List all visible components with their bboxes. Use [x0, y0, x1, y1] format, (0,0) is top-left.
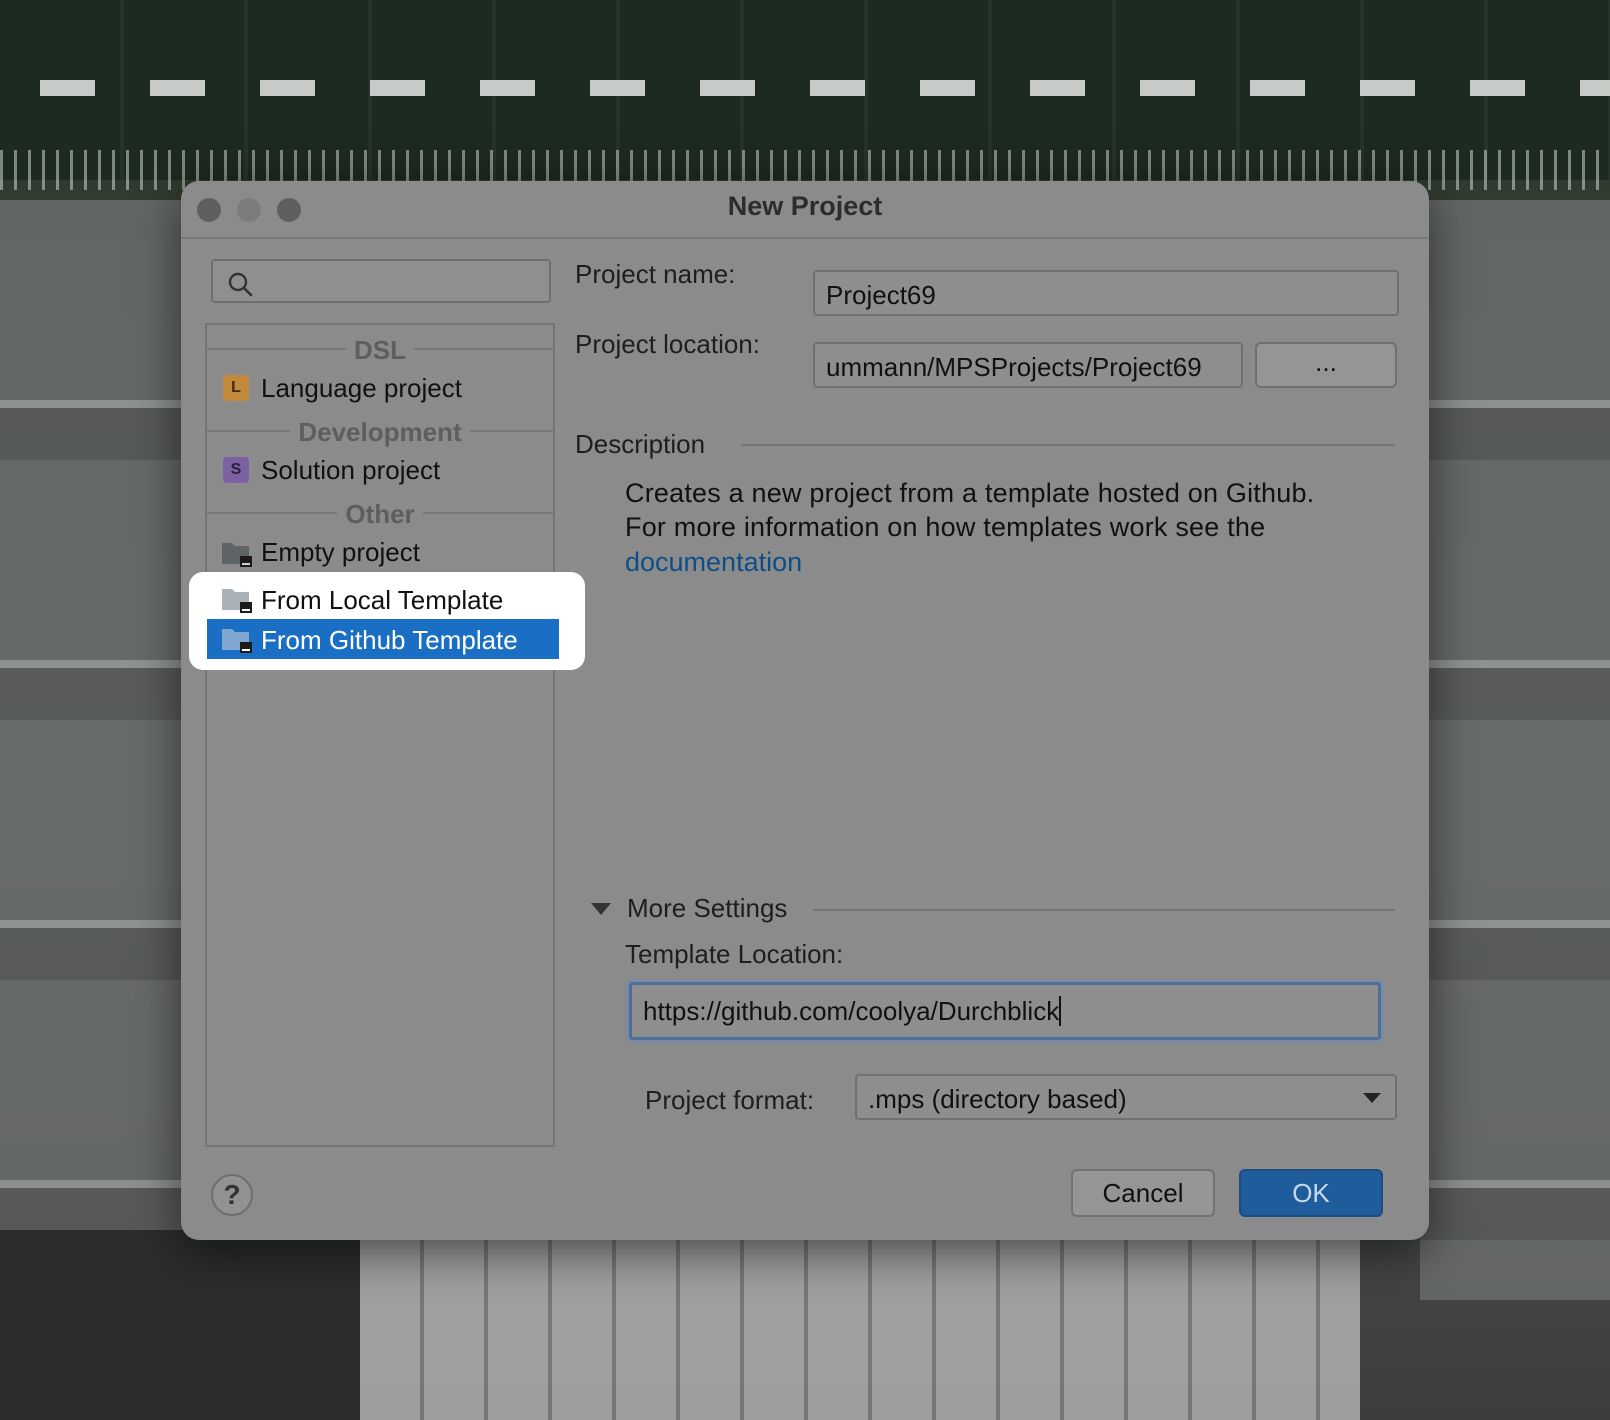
group-label: Development	[290, 417, 470, 447]
more-settings-separator	[813, 909, 1395, 911]
solution-badge-icon: S	[223, 457, 249, 483]
language-badge-icon: L	[223, 375, 249, 401]
list-item-empty-project[interactable]: Empty project	[207, 533, 553, 571]
list-item-label: From Github Template	[261, 625, 518, 655]
list-item-from-github-template[interactable]: From Github Template	[207, 619, 559, 659]
search-icon	[228, 272, 253, 297]
template-location-input[interactable]: https://github.com/coolya/Durchblick	[629, 982, 1381, 1040]
title-bar: New Project	[181, 181, 1429, 239]
template-location-label: Template Location:	[625, 939, 844, 969]
documentation-link[interactable]: documentation	[625, 547, 802, 578]
cancel-button[interactable]: Cancel	[1071, 1169, 1215, 1217]
project-location-field[interactable]: ummann/MPSProjects/Project69	[813, 342, 1243, 388]
background-lights	[0, 80, 1610, 96]
project-name-field[interactable]: Project69	[813, 270, 1399, 316]
chevron-down-icon[interactable]	[591, 903, 611, 915]
group-header-development: Development	[207, 417, 553, 447]
folder-icon	[222, 543, 252, 567]
list-item-label: Language project	[261, 373, 462, 403]
background-bottom-shelves	[360, 1230, 1360, 1420]
folder-icon	[222, 629, 252, 653]
window-title: New Project	[727, 191, 883, 221]
help-button[interactable]: ?	[211, 1174, 253, 1216]
list-item-from-local-template[interactable]: From Local Template	[207, 579, 559, 619]
group-header-dsl: DSL	[207, 335, 553, 365]
project-type-search-input[interactable]	[211, 259, 551, 303]
background-right-shelves	[1420, 200, 1610, 1300]
more-settings-toggle[interactable]: More Settings	[627, 893, 787, 924]
list-item-label: Empty project	[261, 537, 420, 567]
group-label: DSL	[346, 335, 414, 365]
description-line: Creates a new project from a template ho…	[625, 478, 1315, 508]
description-separator	[741, 444, 1395, 446]
list-item-language-project[interactable]: L Language project	[207, 369, 553, 407]
project-format-label: Project format:	[645, 1085, 815, 1115]
project-type-list: DSL L Language project Development S Sol…	[205, 323, 555, 1147]
background-left-shelves	[0, 200, 190, 1300]
ok-button[interactable]: OK	[1239, 1169, 1383, 1217]
folder-icon	[222, 589, 252, 613]
browse-location-button[interactable]: ...	[1255, 342, 1397, 388]
description-line: For more information on how templates wo…	[625, 512, 1266, 542]
description-header: Description	[575, 429, 706, 459]
project-format-select[interactable]: .mps (directory based)	[855, 1074, 1397, 1120]
list-item-label: From Local Template	[261, 585, 504, 615]
group-header-other: Other	[207, 499, 553, 529]
new-project-dialog: New Project DSL L Language project Devel…	[181, 181, 1429, 1240]
project-location-label: Project location:	[575, 329, 760, 359]
list-item-solution-project[interactable]: S Solution project	[207, 451, 553, 489]
description-text: Creates a new project from a template ho…	[625, 476, 1385, 544]
template-location-value: https://github.com/coolya/Durchblick	[643, 996, 1060, 1026]
project-format-value: .mps (directory based)	[868, 1084, 1127, 1114]
list-item-label: Solution project	[261, 455, 441, 485]
group-label: Other	[337, 499, 423, 529]
dropdown-arrow-icon	[1363, 1093, 1381, 1103]
background-floor	[0, 1230, 360, 1420]
project-name-label: Project name:	[575, 259, 736, 289]
text-caret	[1059, 996, 1062, 1026]
